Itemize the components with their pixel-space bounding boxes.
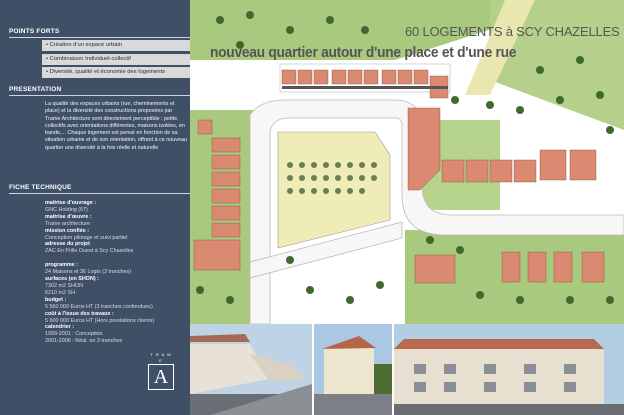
fiche-value: 1999-2001 : Conception xyxy=(45,331,103,338)
divider xyxy=(9,95,190,96)
points-forts-title: POINTS FORTS xyxy=(9,28,60,35)
point-fort-item: • Diversité, qualité et économie des log… xyxy=(42,67,190,78)
divider xyxy=(9,37,190,38)
project-title: 60 LOGEMENTS à SCY CHAZELLES xyxy=(405,24,620,39)
fiche-label: adresse du projet xyxy=(45,241,90,248)
fiche-technique-title: FICHE TECHNIQUE xyxy=(9,184,72,191)
fiche-technique: maitrise d'ouvrage : GNC Holding (57) mait… xyxy=(45,200,187,345)
sidebar: POINTS FORTS • Création d'un espace urba… xyxy=(0,0,190,415)
photo-building xyxy=(314,324,392,415)
trame-logo: T R A M E A xyxy=(148,352,174,390)
fiche-value: 2001-2006 : Réal. en 3 tranches xyxy=(45,338,123,345)
fiche-value: 7302 m2 SHON xyxy=(45,282,84,289)
photo-street-houses xyxy=(190,324,312,415)
fiche-value: ZAC En Prille Ouest à Scy Chazelles xyxy=(45,248,134,255)
fiche-value: 24 Maisons et 36 Logts (3 tranches) xyxy=(45,269,131,276)
photo-collective xyxy=(394,324,624,415)
presentation-text: La qualité des espaces urbains (rue, che… xyxy=(45,101,187,151)
fiche-label: surfaces (en SHON) : xyxy=(45,276,99,283)
fiche-label: coût à l'issue des travaux : xyxy=(45,310,114,317)
fiche-value: 5 600 000 Euros HT (Hors prestations cli… xyxy=(45,317,155,324)
presentation-title: PRESENTATION xyxy=(9,86,62,93)
project-subtitle: nouveau quartier autour d'une place et d… xyxy=(210,44,517,61)
point-fort-item: • Combinaison Individuel-collectif xyxy=(42,54,190,65)
fiche-label: budget : xyxy=(45,296,67,303)
logo-letter: A xyxy=(148,364,174,390)
fiche-value: 6210 m2 SH xyxy=(45,289,75,296)
fiche-label: calendrier : xyxy=(45,324,75,331)
fiche-label: mission confiée : xyxy=(45,227,90,234)
photo-strip xyxy=(190,324,624,415)
fiche-value: Trame architecture xyxy=(45,220,91,227)
logo-wordmark: T R A M E xyxy=(150,352,172,363)
fiche-value: Conception pilotage et suivi partiel xyxy=(45,234,128,241)
fiche-label: programme : xyxy=(45,262,78,269)
point-fort-item: • Création d'un espace urbain xyxy=(42,40,190,51)
divider xyxy=(9,193,190,194)
fiche-value: 5 560 000 Euros HT (3 tranches confondue… xyxy=(45,303,153,310)
fiche-label: maitrise d'œuvre : xyxy=(45,213,92,220)
fiche-label: maitrise d'ouvrage : xyxy=(45,200,97,206)
fiche-value: GNC Holding (57) xyxy=(45,206,88,213)
